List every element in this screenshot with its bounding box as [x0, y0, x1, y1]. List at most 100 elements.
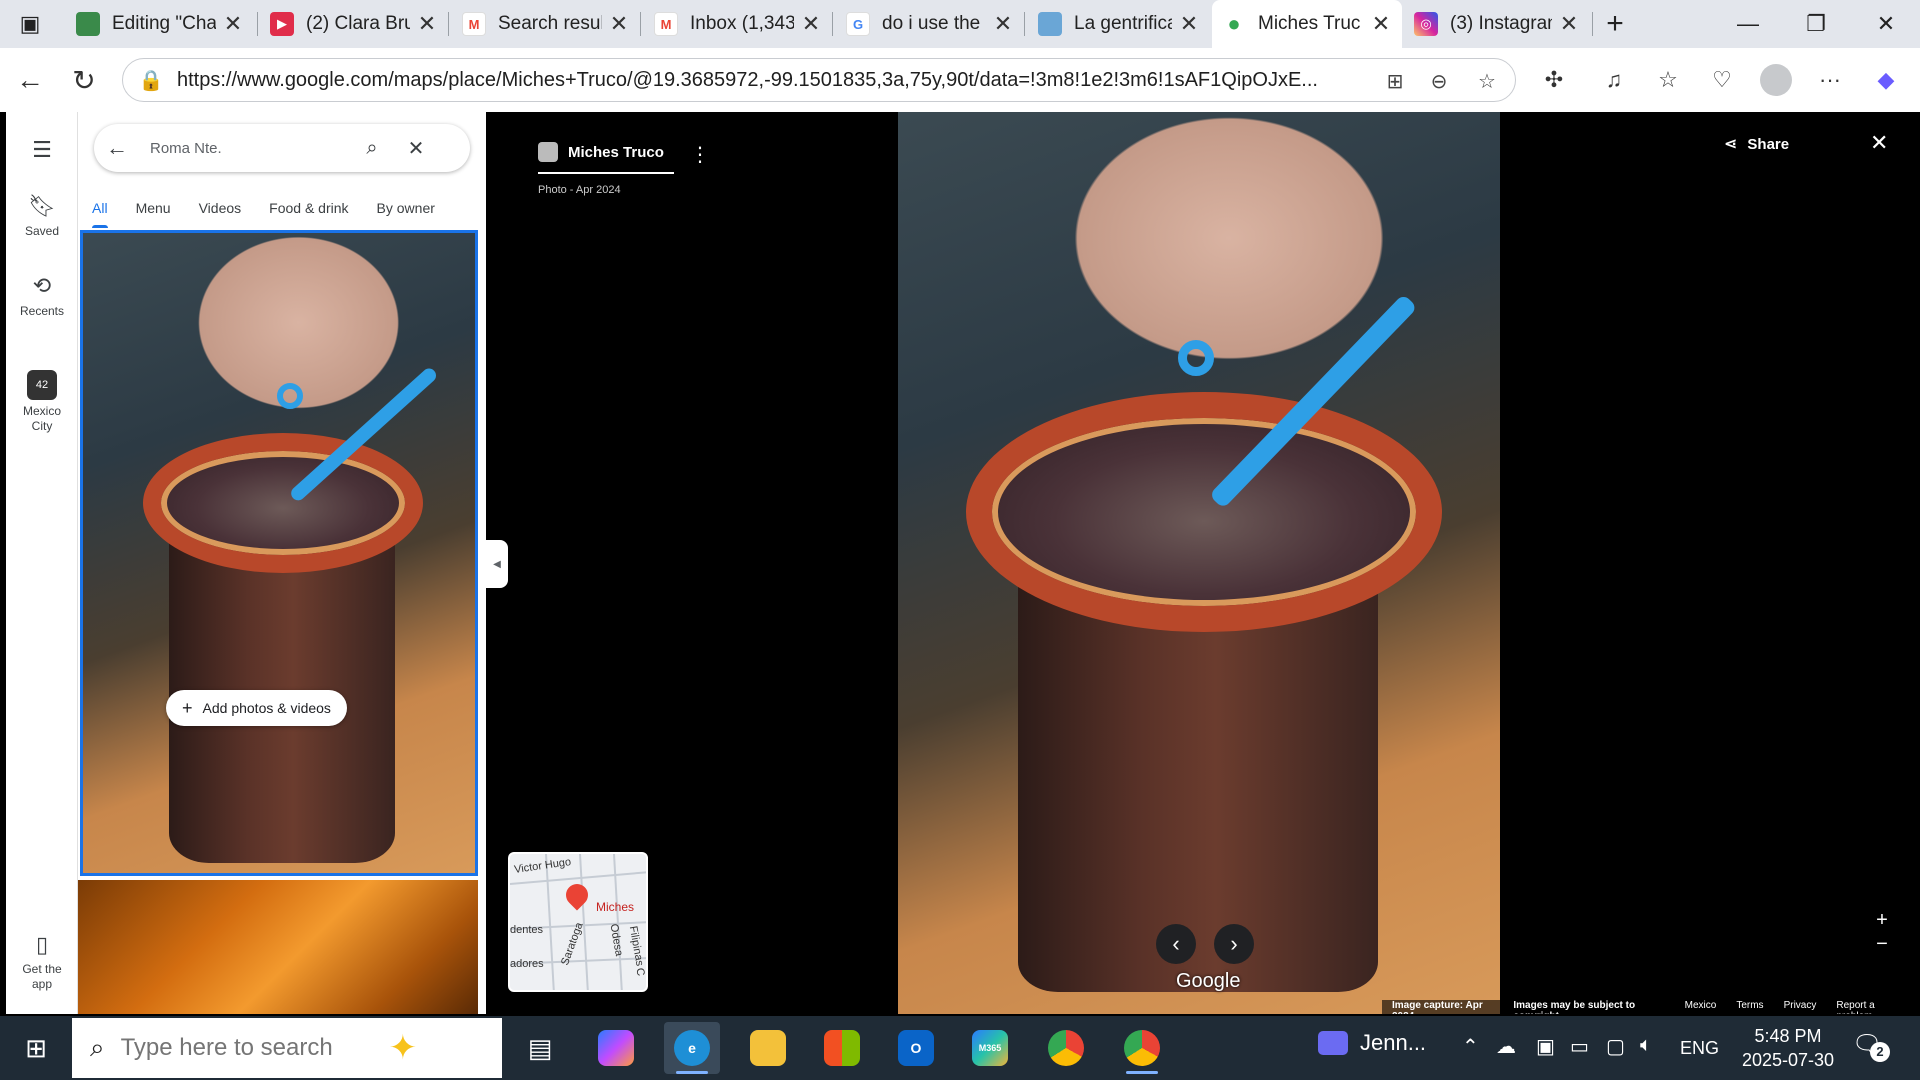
microsoft-store-app[interactable] [814, 1022, 870, 1074]
close-viewer-button[interactable]: ✕ [1870, 130, 1888, 156]
place-header[interactable]: Miches Truco [538, 136, 678, 174]
m365-app[interactable]: M365 [962, 1022, 1018, 1074]
browser-tab-7[interactable]: ◎ (3) Instagran ✕ [1404, 4, 1590, 44]
chrome-profile-app[interactable] [1114, 1022, 1170, 1074]
url-text[interactable]: https://www.google.com/maps/place/Miches… [177, 69, 1367, 92]
previous-photo-button[interactable]: ‹ [1156, 924, 1196, 964]
taskbar-search[interactable]: ⌕ ✦ [72, 1018, 502, 1078]
battery-icon[interactable]: ▭ [1570, 1034, 1589, 1059]
get-app-button[interactable]: ▯ Get the app [6, 932, 78, 992]
read-aloud-icon[interactable]: ♫ [1594, 60, 1634, 100]
browser-tab-2[interactable]: M Search resul ✕ [452, 4, 640, 44]
reload-button[interactable]: ↻ [64, 60, 104, 100]
file-explorer-app[interactable] [740, 1022, 796, 1074]
restore-button[interactable]: ❐ [1782, 0, 1850, 48]
rail-saved[interactable]: 🔖︎ Saved [6, 192, 78, 238]
zoom-out-button[interactable]: − [1870, 932, 1894, 956]
copilot-icon[interactable]: ◆ [1866, 60, 1906, 100]
extensions-icon[interactable]: ✣ [1534, 60, 1574, 100]
notifications-button[interactable]: 🗨︎ 2 [1852, 1030, 1890, 1062]
close-icon[interactable]: ✕ [416, 11, 438, 37]
main-photo[interactable] [898, 112, 1500, 1014]
system-clock[interactable]: 5:48 PM 2025-07-30 [1736, 1024, 1840, 1072]
app-available-icon[interactable]: ⊞ [1373, 59, 1417, 103]
browser-tab-6-active[interactable]: ● Miches Truc ✕ [1212, 0, 1402, 48]
hamburger-menu-icon: ☰ [32, 137, 52, 162]
rail-recents[interactable]: ⟲ Recents [6, 272, 78, 318]
language-indicator[interactable]: ENG [1680, 1038, 1719, 1059]
copilot-app[interactable] [588, 1022, 644, 1074]
close-icon[interactable]: ✕ [1370, 11, 1392, 37]
minimize-button[interactable]: — [1714, 0, 1782, 48]
meeting-indicator[interactable]: Jenn... [1318, 1030, 1426, 1056]
rail-recent-place[interactable]: 42 Mexico City [6, 370, 78, 434]
photo-thumbnail-selected[interactable] [80, 230, 478, 876]
terms-link[interactable]: Terms [1736, 1000, 1763, 1014]
network-icon[interactable]: ▢ [1606, 1034, 1625, 1059]
back-button[interactable]: ← [10, 60, 50, 100]
share-button[interactable]: ⋖ Share [1724, 134, 1789, 154]
search-input[interactable] [150, 139, 350, 157]
task-view-button[interactable]: ▤ [512, 1022, 568, 1074]
gmail-icon: M [462, 12, 486, 36]
zoom-icon[interactable]: ⊖ [1417, 59, 1461, 103]
volume-icon[interactable]: 🔈︎ [1640, 1034, 1652, 1057]
mini-map[interactable]: Victor Hugo Miches dentes Saratoga Odesa… [508, 852, 648, 992]
close-icon[interactable]: ✕ [1178, 11, 1200, 37]
tray-overflow-icon[interactable]: ⌃ [1462, 1034, 1479, 1059]
zoom-in-button[interactable]: + [1870, 908, 1894, 932]
next-photo-button[interactable]: › [1214, 924, 1254, 964]
tab-videos[interactable]: Videos [185, 192, 256, 228]
taskbar-search-input[interactable] [120, 1034, 381, 1062]
tab-menu[interactable]: Menu [122, 192, 185, 228]
chrome-app[interactable] [1038, 1022, 1094, 1074]
back-arrow-icon[interactable]: ← [94, 135, 140, 161]
report-problem-link[interactable]: Report a problem [1836, 1000, 1904, 1014]
outlook-icon: O [898, 1030, 934, 1066]
photo-thumbnail[interactable] [78, 880, 478, 1014]
youtube-icon: ▶ [270, 12, 294, 36]
browser-tab-0[interactable]: Editing "Cha ✕ [66, 4, 254, 44]
browser-tab-1[interactable]: ▶ (2) Clara Bru ✕ [260, 4, 448, 44]
close-icon[interactable]: ✕ [608, 11, 630, 37]
edge-app[interactable]: e [664, 1022, 720, 1074]
more-options-icon[interactable]: ⋮ [690, 142, 710, 167]
more-menu-icon[interactable]: ··· [1810, 60, 1850, 100]
close-icon[interactable]: ✕ [222, 11, 244, 37]
search-icon[interactable]: ⌕ [350, 137, 394, 160]
collapse-panel-button[interactable]: ◀ [486, 540, 508, 588]
maps-side-rail: ☰ 🔖︎ Saved ⟲ Recents 42 Mexico City ▯ Ge… [6, 112, 78, 1014]
tab-food-drink[interactable]: Food & drink [255, 192, 362, 228]
close-icon[interactable]: ✕ [992, 11, 1014, 37]
tab-all[interactable]: All [78, 192, 122, 228]
outlook-app[interactable]: O [888, 1022, 944, 1074]
profile-avatar[interactable] [1756, 60, 1796, 100]
address-bar[interactable]: 🔒 https://www.google.com/maps/place/Mich… [122, 58, 1516, 102]
tab-by-owner[interactable]: By owner [363, 192, 449, 228]
browser-tab-5[interactable]: La gentrifica ✕ [1028, 4, 1210, 44]
window-close-button[interactable]: ✕ [1852, 0, 1920, 48]
close-icon[interactable]: ✕ [1558, 11, 1580, 37]
close-icon[interactable]: ✕ [800, 11, 822, 37]
tab-actions-icon[interactable]: ▣ [0, 0, 60, 48]
new-tab-button[interactable]: + [1600, 0, 1630, 48]
region-link[interactable]: Mexico [1685, 1000, 1717, 1014]
place-name[interactable]: Miches Truco [568, 144, 664, 161]
google-maps-icon: ● [1227, 11, 1241, 36]
straw-knot [1178, 340, 1214, 376]
menu-button[interactable]: ☰ [6, 136, 78, 168]
favorites-icon[interactable]: ☆ [1648, 60, 1688, 100]
start-button[interactable]: ⊞ [0, 1016, 72, 1080]
browser-tab-4[interactable]: G do i use the ✕ [836, 4, 1024, 44]
clear-search-icon[interactable]: ✕ [394, 136, 438, 161]
meet-now-icon[interactable]: ▣ [1536, 1034, 1555, 1059]
favorite-star-icon[interactable]: ☆ [1465, 59, 1509, 103]
browser-tab-3[interactable]: M Inbox (1,343 ✕ [644, 4, 832, 44]
privacy-link[interactable]: Privacy [1784, 1000, 1817, 1014]
lock-icon[interactable]: 🔒 [131, 68, 171, 93]
chrome-icon [1048, 1030, 1084, 1066]
browser-essentials-icon[interactable]: ♡ [1702, 60, 1742, 100]
onedrive-icon[interactable]: ☁ [1496, 1034, 1516, 1059]
add-photos-button[interactable]: + Add photos & videos [166, 690, 347, 726]
zoom-controls: + − [1870, 908, 1894, 956]
